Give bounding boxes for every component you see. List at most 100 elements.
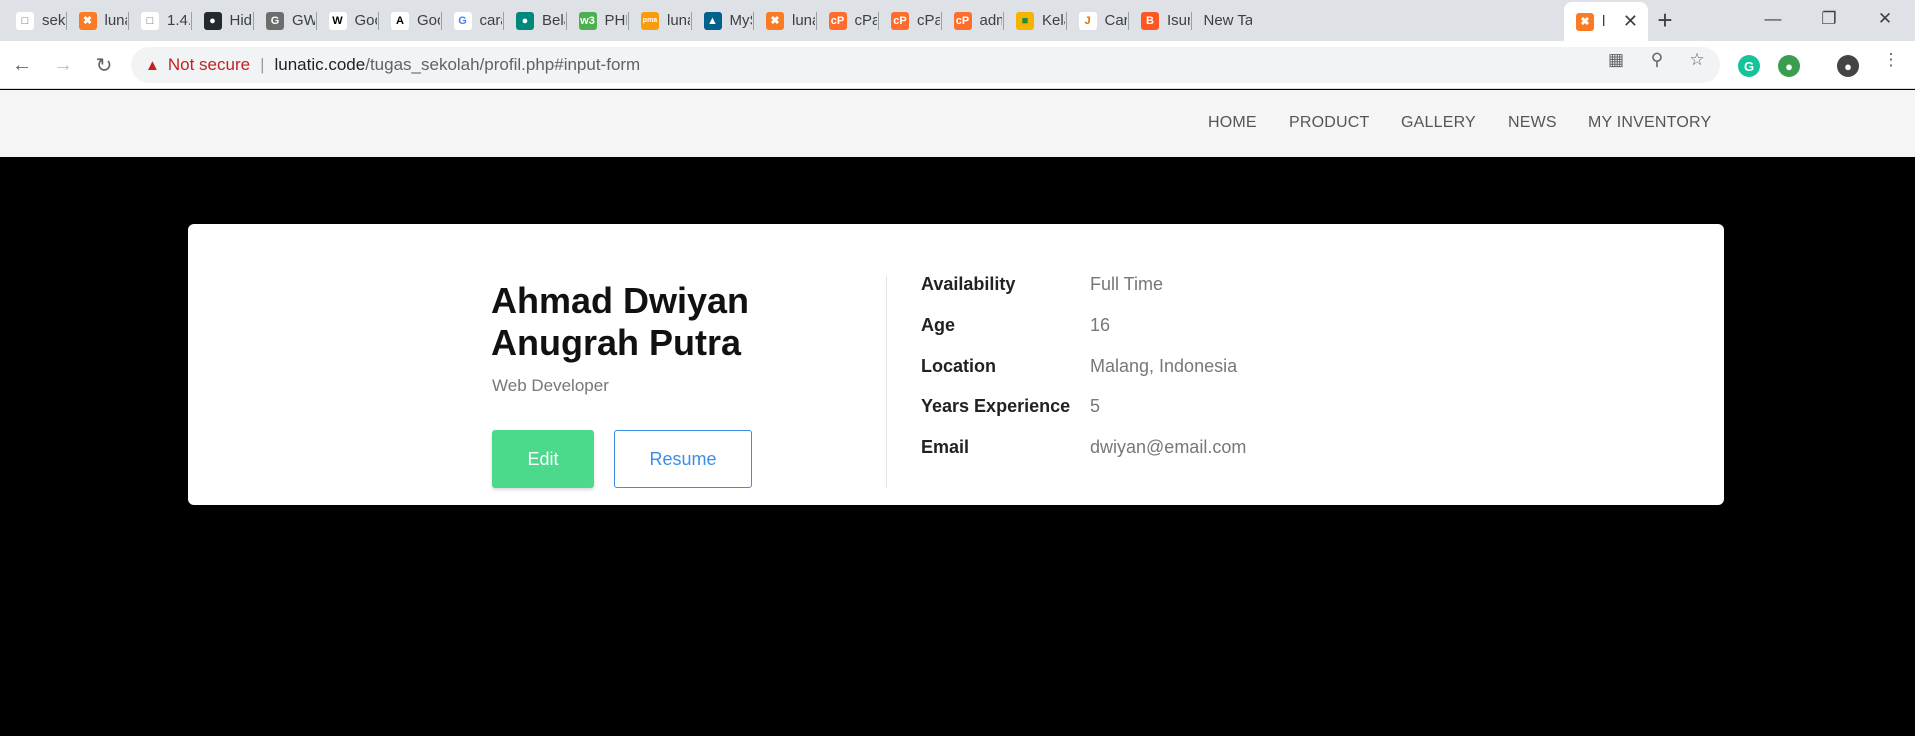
xampp-icon: ✖ [766, 11, 784, 30]
browser-tab[interactable]: pmaluna [629, 6, 690, 35]
detail-label-availability: Availability [921, 274, 1016, 294]
document-icon: □ [141, 11, 159, 30]
browser-tab-title: Cara [1104, 12, 1128, 29]
browser-tab-title: 1.4. [167, 12, 190, 29]
browser-tab[interactable]: ● Hidd [192, 6, 253, 35]
menu-kebab-icon[interactable]: ⋮ [1881, 50, 1901, 70]
restore-button[interactable]: ❐ [1806, 4, 1852, 34]
resume-button[interactable]: Resume [614, 430, 752, 488]
w3schools-icon: w3 [578, 11, 597, 30]
browser-tab[interactable]: New Tab [1192, 6, 1253, 35]
minimize-button[interactable]: — [1750, 4, 1796, 34]
edit-button[interactable]: Edit [492, 430, 594, 488]
browser-tab[interactable]: Gcara [442, 6, 503, 35]
google-icon: G [453, 11, 472, 30]
blogger-icon: B [1141, 11, 1159, 30]
browser-tab[interactable]: cP adm [942, 6, 1003, 35]
browser-tab-title: luna [792, 12, 815, 29]
nav-product[interactable]: PRODUCT [1289, 114, 1370, 132]
browser-tab[interactable]: W Goo [317, 6, 378, 35]
browser-tab-title: Goo [354, 12, 378, 29]
browser-tab-title: Goo [417, 12, 440, 29]
browser-tabstrip: □seko✖luna□1.4.●HiddGGWSWGooAGooGcara●Be… [0, 0, 1915, 41]
browser-tab[interactable]: ✖ l ✕ [1564, 2, 1648, 41]
translate-icon[interactable]: ▦ [1606, 50, 1626, 70]
browser-toolbar: ← → ↻ ▲ Not secure | lunatic.code/tugas_… [0, 41, 1915, 89]
detail-value-age: 16 [1090, 315, 1111, 335]
close-window-button[interactable]: ✕ [1862, 4, 1908, 34]
zoom-icon[interactable]: ⚲ [1647, 50, 1667, 70]
browser-tab-title: Hidd [229, 12, 253, 29]
cpanel-icon: cP [828, 11, 847, 30]
browser-tab-title: New Tab [1203, 12, 1253, 29]
google-fonts-icon: A [391, 11, 409, 30]
detail-value-availability: Full Time [1090, 274, 1164, 294]
security-label[interactable]: Not secure [168, 55, 250, 75]
back-button[interactable]: ← [6, 49, 38, 81]
phpmyadmin-icon: pma [641, 11, 659, 30]
address-bar[interactable]: ▲ Not secure | lunatic.code/tugas_sekola… [131, 47, 1720, 83]
browser-tab[interactable]: G GWS [254, 6, 315, 35]
profile-name: Ahmad Dwiyan Anugrah Putra [491, 280, 791, 364]
browser-tab[interactable]: B Isura [1129, 6, 1190, 35]
nav-home[interactable]: HOME [1208, 114, 1257, 132]
url-path: /tugas_sekolah/profil.php#input-form [365, 55, 641, 74]
browser-tab[interactable]: cP cPar [879, 6, 940, 35]
gws-icon: G [266, 11, 284, 30]
browser-tab-title: PHP [604, 12, 628, 29]
browser-tab[interactable]: □ seko [4, 6, 65, 35]
browser-tab-title: cPar [854, 12, 878, 29]
browser-tab[interactable]: cP cPar [817, 6, 878, 35]
browser-tab[interactable]: ✖ luna [754, 6, 815, 35]
browser-tab[interactable]: J Cara [1067, 6, 1128, 35]
browser-tab-title: cara [479, 12, 503, 29]
browser-tab-title: GWS [292, 12, 315, 29]
browser-tab-title: l [1602, 13, 1606, 30]
nav-my-inventory[interactable]: MY INVENTORY [1588, 114, 1711, 132]
browser-tab-title: Bela [542, 12, 565, 29]
profile-avatar-icon[interactable]: ● [1837, 55, 1859, 77]
detail-value-location: Malang, Indonesia [1090, 356, 1238, 376]
xampp-icon: ✖ [78, 11, 97, 30]
browser-tab-title: Isura [1167, 12, 1190, 29]
wikipedia-icon: W [328, 11, 347, 30]
browser-tab[interactable]: ▲ MyS [692, 6, 753, 35]
extension-globe-icon[interactable]: ● [1778, 55, 1800, 77]
browser-tab[interactable]: ■ Kela [1004, 6, 1065, 35]
address-separator: | [260, 55, 265, 74]
detail-label-email: Email [921, 437, 970, 457]
github-icon: ● [203, 11, 222, 30]
close-tab-icon[interactable]: ✕ [1623, 11, 1638, 32]
browser-tab-title: adm [979, 12, 1003, 29]
browser-tab[interactable]: w3 PHP [567, 6, 628, 35]
browser-tab-title: luna [667, 12, 690, 29]
cpanel-icon: cP [953, 11, 972, 30]
browser-tab[interactable]: ● Bela [504, 6, 565, 35]
document-icon: □ [16, 11, 34, 30]
browser-tab-title: seko [42, 12, 65, 29]
browser-tab-title: luna [104, 12, 128, 29]
grammarly-icon[interactable]: G [1738, 55, 1760, 77]
browser-tab[interactable]: □ 1.4. [129, 6, 190, 35]
new-tab-button[interactable]: + [1651, 7, 1679, 35]
cpanel-icon: cP [891, 11, 909, 30]
nav-gallery[interactable]: GALLERY [1401, 114, 1476, 132]
detail-label-location: Location [921, 356, 996, 376]
bookmark-star-icon[interactable]: ☆ [1687, 50, 1707, 70]
browser-tab-title: Kela [1042, 12, 1065, 29]
browser-tab[interactable]: ✖ luna [67, 6, 128, 35]
nav-news[interactable]: NEWS [1508, 114, 1557, 132]
profile-card: Ahmad Dwiyan Anugrah Putra Web Developer… [188, 224, 1724, 505]
browser-tab-title: cPar [917, 12, 940, 29]
detail-value-years-experience: 5 [1090, 396, 1101, 416]
browser-tab[interactable]: A Goo [379, 6, 440, 35]
detail-label-age: Age [921, 315, 956, 335]
reload-button[interactable]: ↻ [88, 49, 120, 81]
card-divider [886, 276, 887, 488]
detail-value-email[interactable]: dwiyan@email.com [1090, 437, 1246, 458]
detail-label-years-experience: Years Experience [921, 396, 1071, 416]
profile-name-line2: Anugrah Putra [491, 322, 742, 363]
mysql-icon: ▲ [703, 11, 722, 30]
forward-button[interactable]: → [47, 49, 79, 81]
browser-tab-title: MyS [729, 12, 753, 29]
